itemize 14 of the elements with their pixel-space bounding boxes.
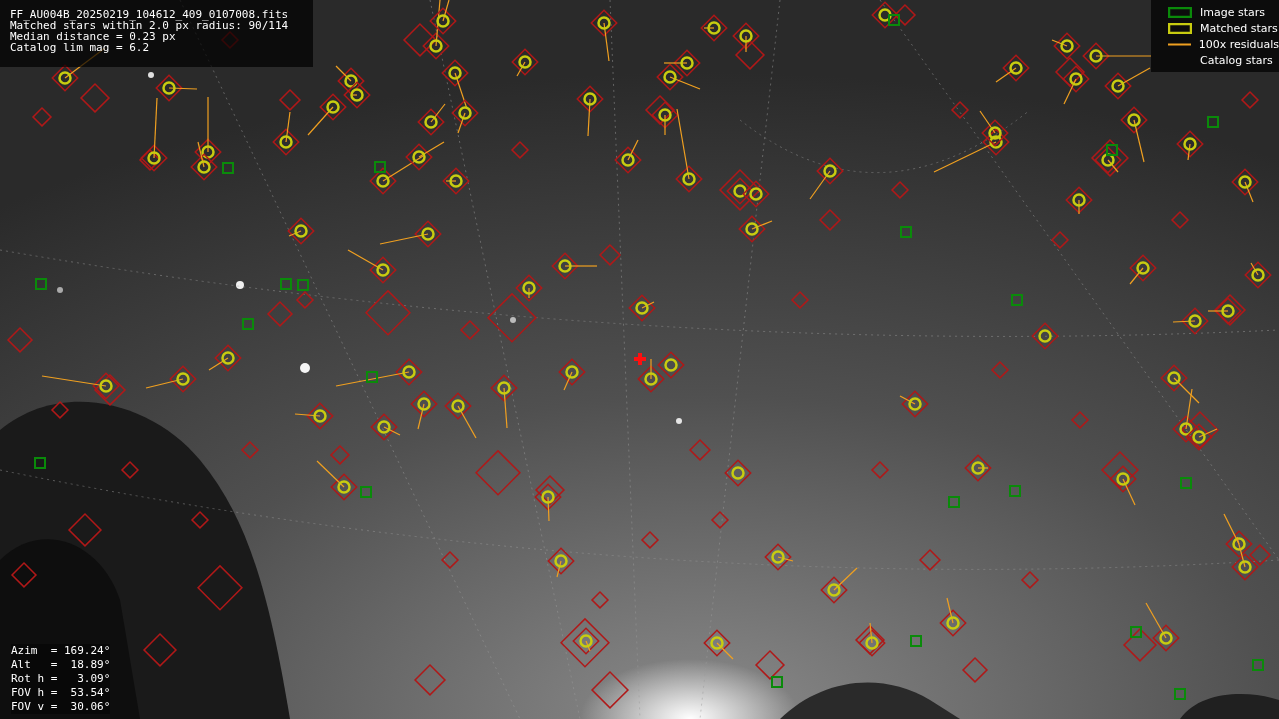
- pointing-text: FOV h = 53.54°: [11, 686, 111, 700]
- legend-label: Image stars: [1200, 6, 1265, 19]
- pointing-text: Azim = 169.24°: [11, 644, 111, 658]
- legend-label: 100x residuals: [1198, 38, 1279, 51]
- pointing-text: Rot h = 3.09°: [11, 672, 111, 686]
- info-text: FF_AU004B_20250219_104612_409_0107008.fits: [10, 9, 290, 20]
- legend-label: Catalog stars: [1200, 54, 1273, 67]
- legend-line-icon: [1168, 43, 1191, 46]
- info-text: Catalog lim mag = 6.2: [10, 42, 151, 53]
- pointing-text: FOV v = 30.06°: [11, 700, 111, 714]
- legend-label: Matched stars: [1200, 22, 1278, 35]
- info-text: Median distance = 0.23 px: [10, 31, 176, 42]
- pointing-text: Alt = 18.89°: [11, 658, 111, 672]
- info-text: Matched stars within 2.0 px radius: 90/114: [10, 20, 290, 31]
